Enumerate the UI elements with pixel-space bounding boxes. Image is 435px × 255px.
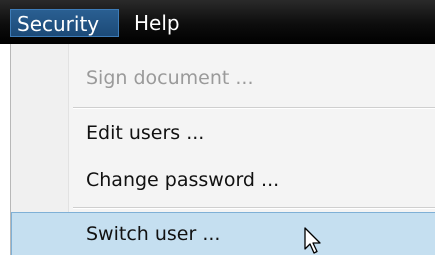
menu-help[interactable]: Help bbox=[128, 9, 186, 37]
menu-item-sign-document: Sign document ... bbox=[11, 56, 435, 100]
menu-item-label: Sign document ... bbox=[86, 67, 254, 89]
security-dropdown-menu: Sign document ... Edit users ... Change … bbox=[10, 44, 435, 255]
menu-item-label: Change password ... bbox=[86, 169, 280, 191]
menu-item-switch-user[interactable]: Switch user ... bbox=[11, 212, 435, 255]
menu-item-label: Edit users ... bbox=[86, 122, 205, 144]
menu-item-label: Switch user ... bbox=[86, 223, 221, 245]
menu-security[interactable]: Security bbox=[10, 9, 119, 37]
menu-item-change-password[interactable]: Change password ... bbox=[11, 158, 435, 202]
mouse-pointer-icon bbox=[304, 227, 321, 254]
menu-bar: Security Help bbox=[0, 0, 435, 44]
application-window: Security Help Sign document ... Edit use… bbox=[0, 0, 435, 255]
menu-item-edit-users[interactable]: Edit users ... bbox=[11, 111, 435, 155]
menu-separator bbox=[73, 207, 435, 209]
menu-separator bbox=[73, 107, 435, 109]
